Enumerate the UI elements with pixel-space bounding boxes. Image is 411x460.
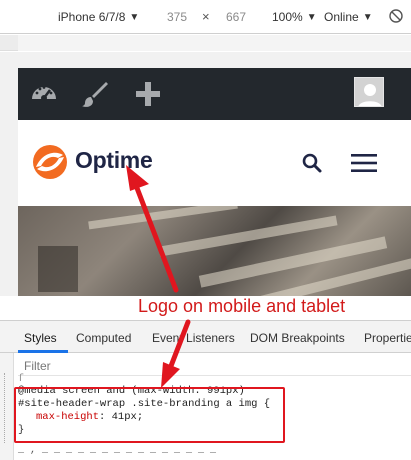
dimension-separator: × [202, 9, 210, 24]
avatar[interactable] [354, 77, 384, 107]
device-toolbar: iPhone 6/7/8 ▼ 375 × 667 100% ▼ Online ▼ [0, 0, 411, 34]
hamburger-menu-icon[interactable] [351, 154, 377, 172]
annotation-label: Logo on mobile and tablet [138, 296, 346, 316]
tab-dom-breakpoints[interactable]: DOM Breakpoints [250, 331, 345, 345]
ruler-track [18, 35, 411, 51]
dashboard-icon[interactable] [29, 79, 59, 109]
admin-bar [18, 68, 411, 120]
hero-image [18, 206, 411, 296]
logo-mark-icon[interactable] [32, 144, 68, 180]
device-select[interactable]: iPhone 6/7/8 ▼ [58, 10, 139, 24]
site-header: Optime [18, 120, 411, 206]
network-select[interactable]: Online ▼ [324, 10, 373, 24]
search-icon[interactable] [301, 152, 323, 174]
hero-detail [38, 246, 78, 292]
brush-icon[interactable] [80, 79, 110, 109]
active-tab-indicator [18, 350, 68, 353]
tab-event-listeners[interactable]: Event Listeners [152, 331, 235, 345]
styles-filter-input[interactable]: Filter [18, 354, 411, 376]
chevron-down-icon: ▼ [306, 11, 317, 23]
emulated-page-area: Optime [0, 52, 411, 296]
network-select-label: Online [324, 10, 359, 24]
viewport-height-input[interactable]: 667 [226, 10, 246, 24]
site-logo-text[interactable]: Optime [75, 147, 153, 174]
devtools-tab-bar: Styles Computed Event Listeners DOM Brea… [0, 321, 411, 353]
emulated-viewport: Optime [18, 68, 411, 296]
hero-detail [88, 206, 238, 230]
devtools-gutter [0, 353, 14, 460]
chevron-down-icon: ▼ [129, 11, 140, 23]
zoom-select[interactable]: 100% ▼ [272, 10, 317, 24]
hero-detail [158, 215, 338, 257]
chevron-down-icon: ▼ [362, 11, 373, 23]
plus-icon[interactable] [133, 79, 163, 109]
user-icon [355, 78, 383, 106]
tab-computed[interactable]: Computed [76, 331, 131, 345]
zoom-select-label: 100% [272, 10, 303, 24]
tab-properties[interactable]: Properties [364, 331, 411, 345]
device-select-label: iPhone 6/7/8 [58, 10, 126, 24]
viewport-ruler [0, 35, 411, 51]
resize-grip[interactable] [4, 373, 9, 443]
tab-styles[interactable]: Styles [24, 331, 57, 345]
rotate-icon[interactable] [388, 8, 404, 24]
viewport-width-input[interactable]: 375 [167, 10, 187, 24]
css-next-rule-fragment: _ , _ _ _ _ _ _ _ _ _ _ _ _ _ _ _ [18, 445, 217, 456]
annotation-highlight-box [14, 387, 285, 443]
css-rule-fragment: ſ [18, 374, 25, 385]
